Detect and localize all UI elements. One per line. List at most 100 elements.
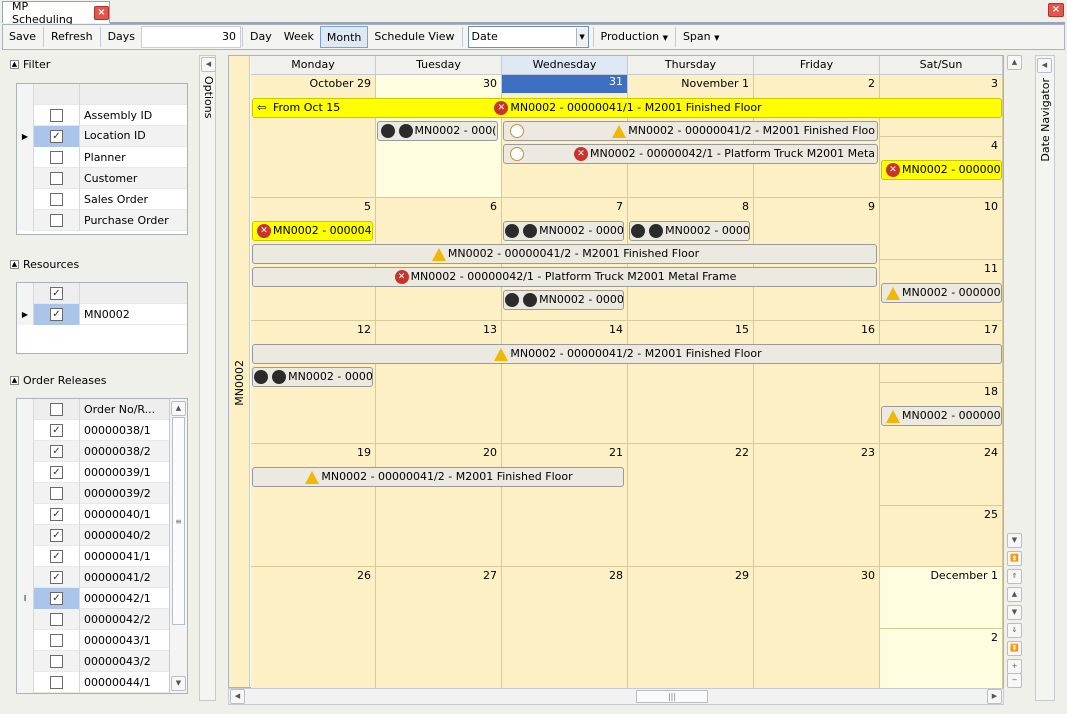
scroll-right-icon[interactable]: ▶ [987,689,1002,704]
order-column-header[interactable]: Order No/R... [80,403,155,416]
event-short[interactable]: MN0002 - 000( [377,121,498,141]
scroll-thumb[interactable]: ≡ [172,417,185,625]
order-release-row[interactable]: ✓ 00000040/1 [17,503,170,525]
day-cell[interactable]: 15 [628,321,754,444]
filter-row[interactable]: Assembly ID [17,104,187,126]
save-button[interactable]: Save [3,26,42,48]
expand-left-icon[interactable]: ◀ [1037,58,1052,73]
day-cell[interactable]: 28 [502,567,628,690]
day-cell[interactable]: 21 [502,444,628,567]
day-cell[interactable]: 19 [251,444,376,567]
scroll-up-icon[interactable]: ▲ [1007,55,1022,70]
weekend-cell[interactable]: 10 [880,198,1003,260]
filter-row[interactable]: Sales Order [17,188,187,210]
event-00000041-2[interactable]: MN0002 - 00000041/2 - M2001 Finished Flo… [503,121,878,141]
event-short[interactable]: MN0002 - 0000 [503,221,624,241]
checkbox-checked[interactable]: ✓ [50,129,63,143]
collapse-left-icon[interactable]: ◀ [201,57,216,72]
day-cell[interactable]: 26 [251,567,376,690]
week-view-button[interactable]: Week [278,26,320,48]
checkbox-checked[interactable]: ✓ [50,423,63,437]
event-00000041-1[interactable]: ⇦ From Oct 15 ✕ MN0002 - 00000041/1 - M20… [252,98,1002,118]
order-release-row[interactable]: ✓ 00000041/1 [17,545,170,567]
refresh-button[interactable]: Refresh [45,26,99,48]
checkbox-checked[interactable]: ✓ [50,507,63,521]
order-release-row[interactable]: ✓ 00000040/2 [17,524,170,546]
order-release-row[interactable]: ✓ 00000038/1 [17,419,170,441]
event-short[interactable]: MN0002 - 0000 [252,367,373,387]
weekend-cell[interactable]: 25 [880,506,1003,567]
checkbox[interactable] [50,192,63,206]
weekend-cell[interactable]: 24 [880,444,1003,506]
day-cell[interactable]: 22 [628,444,754,567]
order-release-row[interactable]: 00000043/2 [17,650,170,672]
close-window-icon[interactable]: × [1048,3,1064,17]
schedule-view-button[interactable]: Schedule View [368,26,460,48]
page-down-icon[interactable]: ⇓ [1007,623,1022,638]
filter-row[interactable]: ▶ ✓ Location ID [17,125,187,147]
scroll-down-icon[interactable]: ▼ [171,676,186,691]
order-release-row[interactable]: 00000042/2 [17,608,170,630]
order-release-row[interactable]: 00000043/1 [17,629,170,651]
order-release-row[interactable]: 00000039/2 [17,482,170,504]
checkbox[interactable] [50,150,63,164]
filter-header[interactable]: ▲ Filter [6,55,197,73]
checkbox[interactable] [50,171,63,185]
event-short[interactable]: MN0002 - 00000041, [881,283,1002,303]
close-tab-icon[interactable]: × [93,5,109,20]
production-menu-button[interactable]: Production ▼ [595,26,674,48]
order-release-row[interactable]: I ✓ 00000042/1 [17,587,170,609]
date-select[interactable]: Date ▼ [467,26,589,48]
filter-row[interactable]: Purchase Order [17,209,187,231]
event-short[interactable]: MN0002 - 0000 [629,221,750,241]
event-short[interactable]: ✕MN0002 - 00000041, [881,160,1002,180]
day-cell[interactable]: 14 [502,321,628,444]
checkbox[interactable] [50,633,63,647]
event-short[interactable]: MN0002 - 00000041, [881,406,1002,426]
order-release-row[interactable]: ✓ 00000041/2 [17,566,170,588]
page-up-icon[interactable]: ⇑ [1007,569,1022,584]
month-view-button[interactable]: Month [319,26,369,48]
event-00000041-2[interactable]: MN0002 - 00000041/2 - M2001 Finished Flo… [252,244,877,264]
event-short[interactable]: MN0002 - 0000 [503,290,624,310]
day-cell[interactable]: 23 [754,444,880,567]
event-00000042-1[interactable]: ✕ MN0002 - 00000042/1 - Platform Truck M2… [252,267,877,287]
event-00000042-1[interactable]: ✕ MN0002 - 00000042/1 - Platform Truck M2… [503,144,878,164]
event-00000041-2[interactable]: MN0002 - 00000041/2 - M2001 Finished Flo… [252,344,1002,364]
scroll-thumb[interactable]: ||| [636,690,708,703]
chevron-down-icon[interactable]: ▼ [575,28,588,46]
zoom-in-icon[interactable]: + [1007,659,1022,674]
event-00000041-2[interactable]: MN0002 - 00000041/2 - M2001 Finished Flo… [252,467,624,487]
event-short[interactable]: ✕ MN0002 - 0000041 [252,221,373,241]
options-strip[interactable]: ◀ Options [199,55,216,701]
checkbox-checked[interactable]: ✓ [50,591,63,605]
last-icon[interactable]: ⏬ [1007,641,1022,656]
days-input[interactable]: 30 [141,26,242,48]
day-cell[interactable]: October 29 [251,75,376,198]
order-release-row[interactable]: 00000044/1 [17,671,170,693]
order-releases-header[interactable]: ▲ Order Releases [6,371,197,389]
date-navigator-strip[interactable]: ◀ Date Navigator [1035,55,1055,701]
day-cell[interactable]: 20 [376,444,502,567]
filter-row[interactable]: Planner [17,146,187,168]
day-cell[interactable]: 29 [628,567,754,690]
checkbox[interactable] [50,486,63,500]
order-release-row[interactable]: ✓ 00000039/1 [17,461,170,483]
filter-row[interactable]: Customer [17,167,187,189]
checkbox[interactable] [50,654,63,668]
checkbox-checked[interactable]: ✓ [50,444,63,458]
collapse-icon[interactable]: ▲ [10,59,19,69]
checkbox-checked[interactable]: ✓ [50,549,63,563]
weekend-cell[interactable]: 2 [880,629,1003,690]
checkbox-checked[interactable]: ✓ [50,307,63,321]
checkbox-checked[interactable]: ✓ [50,528,63,542]
up-icon[interactable]: ▲ [1007,587,1022,602]
checkbox[interactable] [50,213,63,227]
select-all-checkbox[interactable]: ✓ [50,286,63,300]
collapse-icon[interactable]: ▲ [10,259,19,269]
scroll-down-icon[interactable]: ▼ [1007,533,1022,548]
collapse-icon[interactable]: ▲ [10,375,19,385]
day-cell[interactable]: 16 [754,321,880,444]
checkbox[interactable] [50,612,63,626]
order-scrollbar[interactable]: ▲ ≡ ▼ [169,399,187,693]
